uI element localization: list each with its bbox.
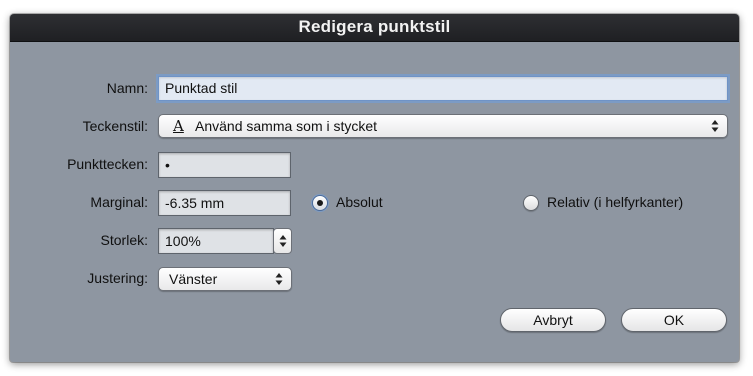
alignment-value: Vänster (169, 271, 218, 287)
font-style-value: Använd samma som i stycket (195, 118, 378, 134)
alignment-label: Justering: (87, 270, 148, 286)
name-field[interactable]: Punktad stil (158, 76, 728, 101)
name-label: Namn: (106, 80, 148, 96)
edit-bullet-style-dialog: Redigera punktstil Namn: Punktad stil Te… (10, 14, 739, 362)
size-label: Storlek: (100, 232, 148, 248)
dialog-titlebar: Redigera punktstil (10, 14, 739, 42)
absolute-radio[interactable] (312, 195, 328, 211)
bullet-field[interactable]: • (158, 152, 291, 178)
updown-arrows-icon (275, 273, 283, 285)
dialog-title: Redigera punktstil (298, 17, 451, 36)
relative-radio[interactable] (523, 195, 539, 211)
absolute-radio-label[interactable]: Absolut (336, 194, 383, 210)
margin-label: Marginal: (90, 194, 148, 210)
ok-button[interactable]: OK (621, 308, 727, 332)
radio-selected-dot (317, 200, 323, 206)
font-style-popup[interactable]: A Använd samma som i stycket (158, 114, 728, 138)
font-style-label: Teckenstil: (82, 118, 148, 134)
stepper-arrows-icon (279, 235, 287, 247)
size-stepper[interactable] (273, 228, 292, 254)
alignment-popup[interactable]: Vänster (158, 267, 292, 291)
font-glyph-icon: A (173, 117, 184, 135)
bullet-label: Punkttecken: (67, 156, 148, 172)
size-field[interactable]: 100% (158, 228, 274, 254)
relative-radio-label[interactable]: Relativ (i helfyrkanter) (547, 194, 683, 210)
margin-field[interactable]: -6.35 mm (158, 190, 291, 216)
updown-arrows-icon (711, 120, 719, 132)
cancel-button[interactable]: Avbryt (500, 308, 606, 332)
